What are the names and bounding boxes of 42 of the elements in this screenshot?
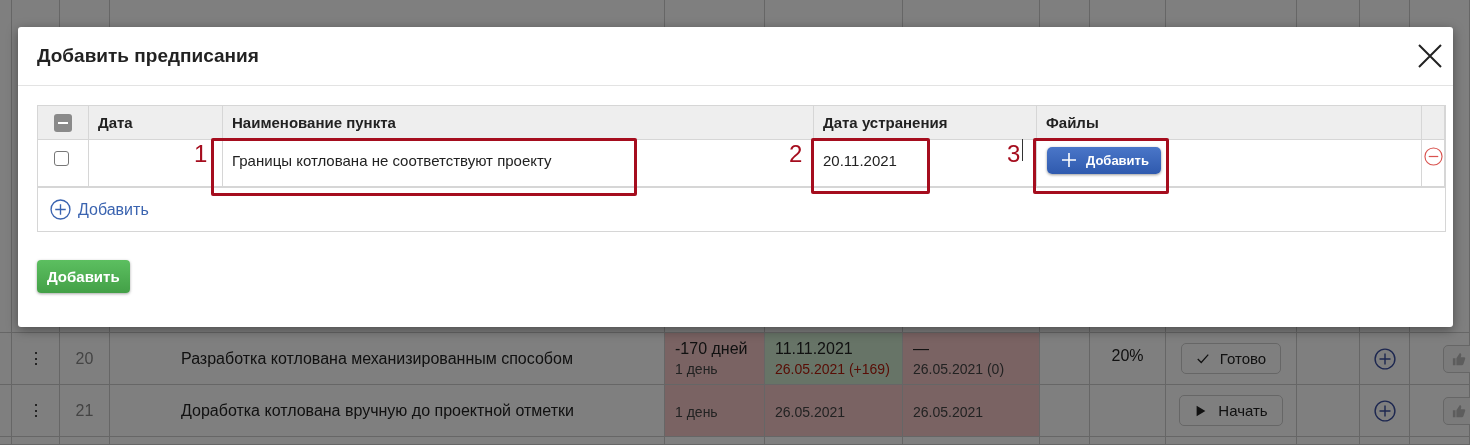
column-header: Дата (98, 114, 133, 131)
thumbs-up-icon (1452, 403, 1466, 418)
row-checkbox[interactable] (54, 151, 69, 166)
remove-icon[interactable] (1424, 147, 1443, 166)
row-number: 20 (75, 349, 94, 368)
add-file-button[interactable]: Добавить (1047, 147, 1161, 174)
start-button[interactable]: Начать (1179, 395, 1283, 426)
task-name: Разработка котлована механизированным способом (181, 349, 574, 368)
plus-circle-icon (1373, 347, 1396, 370)
duration-text: 1 день (675, 404, 719, 420)
days-value: -170 дней (675, 340, 749, 358)
column-header: Дата устранения (823, 114, 948, 131)
dialog-title: Добавить предписания (37, 45, 259, 67)
submit-button[interactable]: Добавить (37, 260, 130, 293)
annotation-number: 3 (1007, 140, 1021, 168)
column-header: Файлы (1046, 114, 1099, 131)
item-name: Границы котлована не соответствуют проекту (232, 152, 552, 169)
check-icon (1195, 351, 1210, 366)
row-menu-icon[interactable]: ⋮ (27, 349, 44, 368)
row-number: 21 (75, 401, 94, 420)
task-name: Доработка котлована вручную до проектной отметки (181, 401, 575, 420)
column-header: Наименование пункта (232, 114, 396, 131)
percent-value: 20% (1111, 347, 1144, 365)
annotation-number: 2 (789, 140, 803, 168)
actual-date-sub: 26.05.2021 (913, 404, 985, 420)
plan-date: 11.11.2021 (775, 340, 854, 358)
planned-date: 26.05.2021 (+169) (775, 361, 891, 377)
duration-text: 1 день (675, 361, 719, 377)
plus-icon (1061, 152, 1077, 168)
add-row-link[interactable]: Добавить (50, 199, 149, 220)
plus-circle-icon (1373, 399, 1396, 422)
row-menu-icon[interactable]: ⋮ (27, 401, 44, 420)
plus-circle-icon (50, 199, 71, 220)
thumbs-up-icon (1452, 351, 1466, 366)
planned-date: 26.05.2021 (775, 404, 847, 420)
annotation-number: 1 (194, 140, 208, 168)
actual-date: — (913, 340, 930, 358)
fix-date: 20.11.2021 (823, 152, 897, 169)
select-all-checkbox[interactable] (54, 113, 72, 132)
done-button[interactable]: Готово (1180, 343, 1282, 374)
text-cursor (1022, 139, 1023, 161)
actual-date-sub: 26.05.2021 (0) (913, 361, 1006, 377)
